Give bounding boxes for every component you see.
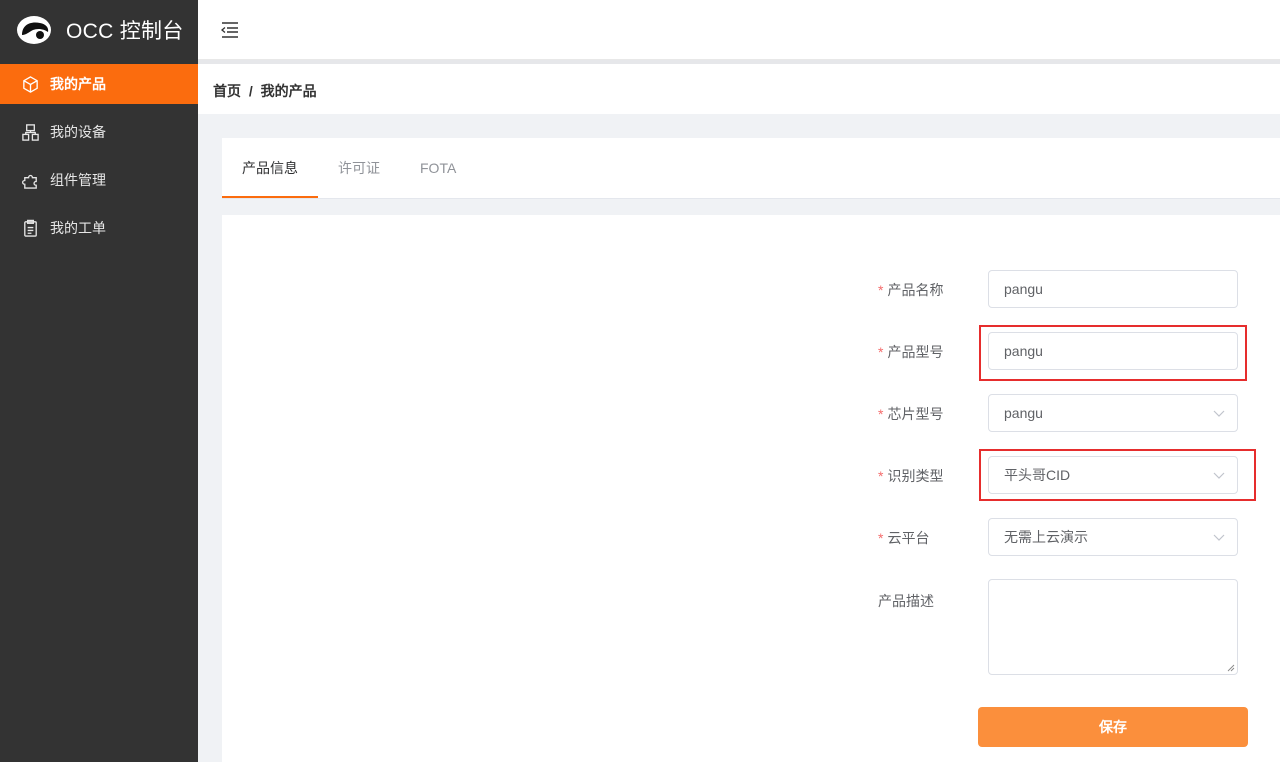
sidebar: OCC 控制台 我的产品 我的设备 组件管理 我的工单 bbox=[0, 0, 198, 762]
tab-license[interactable]: 许可证 bbox=[338, 138, 380, 198]
sidebar-item-my-products[interactable]: 我的产品 bbox=[0, 64, 198, 104]
app-title: OCC 控制台 bbox=[66, 20, 184, 43]
sidebar-item-label: 我的设备 bbox=[50, 124, 106, 140]
active-tab-indicator bbox=[222, 196, 318, 198]
required-mark: * bbox=[878, 282, 884, 298]
breadcrumb-bar: 首页 / 我的产品 bbox=[198, 64, 1280, 114]
cloud-platform-select[interactable]: 无需上云演示 bbox=[988, 518, 1238, 556]
id-type-select[interactable]: 平头哥CID bbox=[988, 456, 1238, 494]
product-model-input[interactable]: pangu bbox=[988, 332, 1238, 370]
chip-model-select[interactable]: pangu bbox=[988, 394, 1238, 432]
sidebar-item-label: 我的工单 bbox=[50, 220, 106, 236]
description-textarea[interactable] bbox=[988, 579, 1238, 675]
sidebar-menu: 我的产品 我的设备 组件管理 我的工单 bbox=[0, 64, 198, 248]
puzzle-icon bbox=[22, 174, 37, 189]
clipboard-icon bbox=[24, 219, 37, 237]
collapse-menu-icon[interactable] bbox=[220, 21, 240, 39]
product-model-label: * 产品型号 bbox=[878, 344, 944, 360]
save-button[interactable]: 保存 bbox=[978, 707, 1248, 747]
product-name-input[interactable]: pangu bbox=[988, 270, 1238, 308]
id-type-value: 平头哥CID bbox=[1004, 467, 1071, 483]
required-mark: * bbox=[878, 530, 884, 546]
breadcrumb-home[interactable]: 首页 bbox=[213, 83, 241, 99]
cloud-platform-label: * 云平台 bbox=[878, 530, 930, 546]
required-mark: * bbox=[878, 468, 884, 484]
chip-model-label: * 芯片型号 bbox=[878, 406, 944, 422]
tabs-bar: 产品信息 许可证 FOTA bbox=[222, 138, 1280, 199]
cloud-platform-value: 无需上云演示 bbox=[1004, 529, 1088, 545]
tab-fota[interactable]: FOTA bbox=[420, 138, 456, 198]
id-type-label: * 识别类型 bbox=[878, 468, 944, 484]
breadcrumb: 首页 / 我的产品 bbox=[213, 81, 317, 101]
chevron-down-icon bbox=[1213, 472, 1225, 479]
chip-model-value: pangu bbox=[1004, 405, 1043, 421]
chevron-down-icon bbox=[1213, 410, 1225, 417]
description-label: 产品描述 bbox=[878, 593, 934, 609]
breadcrumb-separator: / bbox=[248, 83, 253, 99]
required-mark: * bbox=[878, 344, 884, 360]
top-header bbox=[198, 0, 1280, 60]
logo-icon bbox=[17, 16, 51, 44]
logo[interactable]: OCC 控制台 bbox=[0, 0, 198, 60]
tab-product-info[interactable]: 产品信息 bbox=[242, 138, 298, 198]
sidebar-item-my-tickets[interactable]: 我的工单 bbox=[0, 208, 198, 248]
sidebar-item-label: 我的产品 bbox=[50, 76, 106, 92]
sidebar-item-my-devices[interactable]: 我的设备 bbox=[0, 112, 198, 152]
devices-icon bbox=[22, 123, 39, 141]
sidebar-item-component-management[interactable]: 组件管理 bbox=[0, 160, 198, 200]
product-name-label: * 产品名称 bbox=[878, 282, 944, 298]
chevron-down-icon bbox=[1213, 534, 1225, 541]
required-mark: * bbox=[878, 406, 884, 422]
sidebar-item-label: 组件管理 bbox=[50, 172, 106, 188]
breadcrumb-current: 我的产品 bbox=[260, 83, 317, 99]
cube-icon bbox=[23, 75, 38, 93]
resize-handle-icon[interactable] bbox=[1227, 664, 1235, 672]
